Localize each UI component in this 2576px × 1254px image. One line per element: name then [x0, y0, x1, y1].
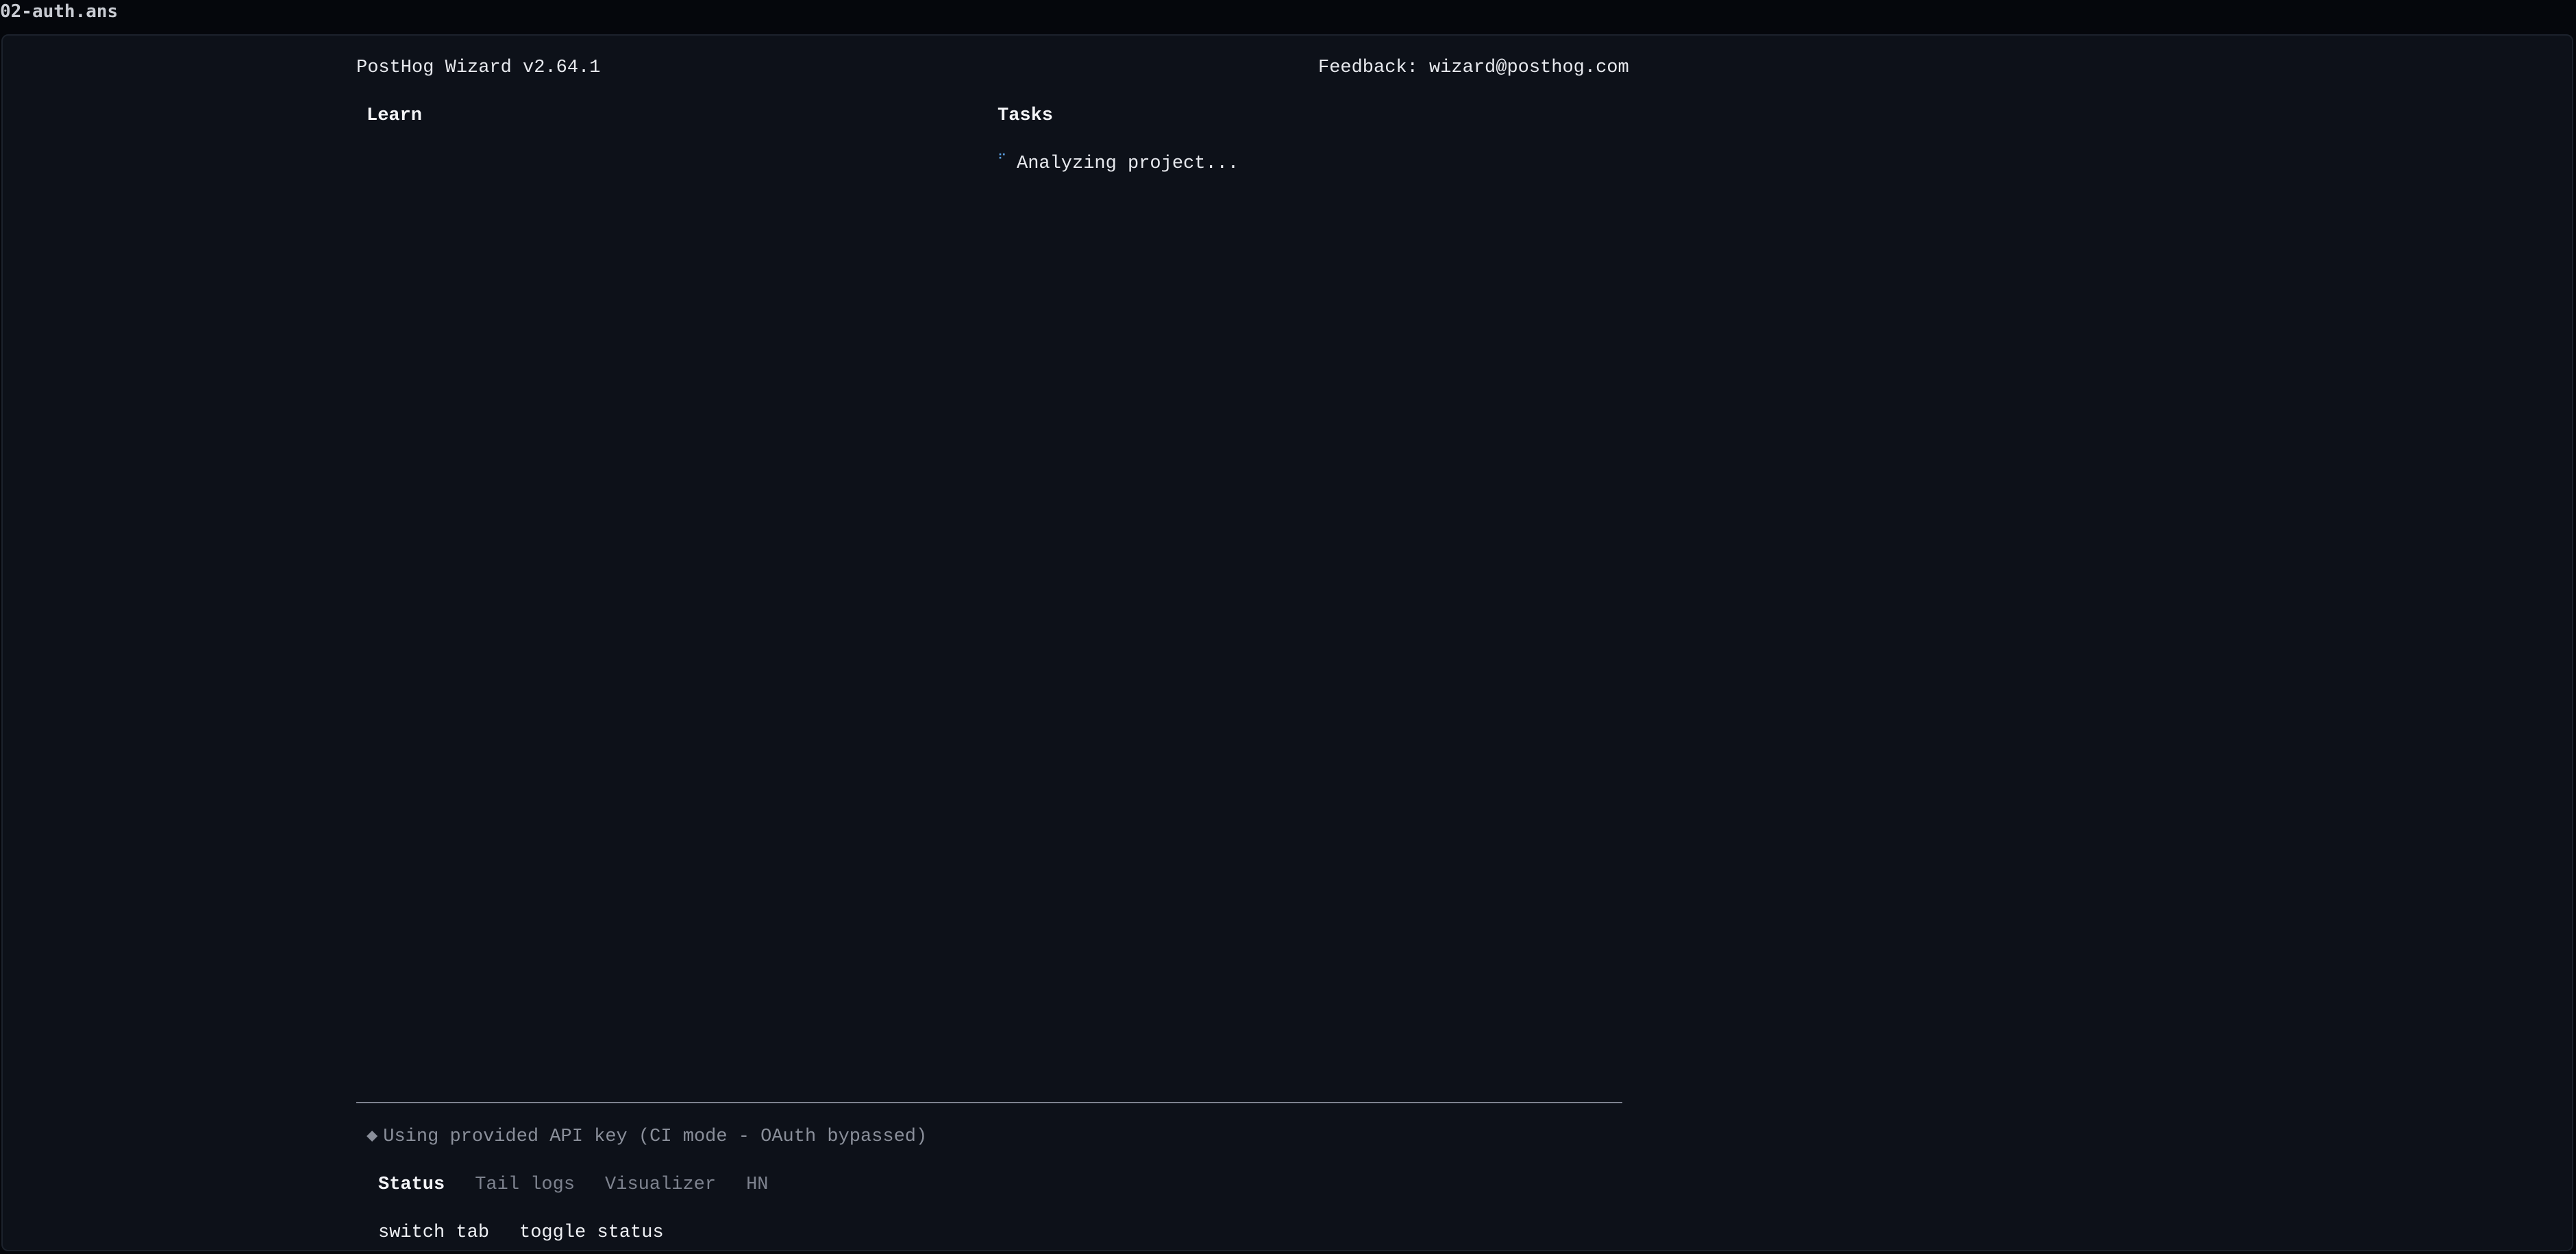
app-version-label: PostHog Wizard v2.64.1: [356, 58, 601, 78]
keyboard-hints: switch tab toggle status: [378, 1221, 694, 1244]
task-item-label: Analyzing project...: [1017, 153, 1239, 174]
tab-visualizer[interactable]: Visualizer: [605, 1175, 716, 1195]
spinner-icon: ⠋: [998, 153, 1007, 167]
terminal-window: PostHog Wizard v2.64.1 Feedback: wizard@…: [1, 34, 2573, 1251]
tasks-panel-title: Tasks: [998, 106, 1054, 126]
auth-status-message: Using provided API key (CI mode - OAuth …: [383, 1127, 928, 1147]
tab-hn[interactable]: HN: [746, 1175, 768, 1195]
feedback-label: Feedback: wizard@posthog.com: [1318, 58, 1629, 78]
auth-status-line: ◆ Using provided API key (CI mode - OAuth…: [367, 1125, 927, 1148]
hint-switch-tab: switch tab: [378, 1222, 490, 1243]
diamond-icon: ◆: [367, 1127, 378, 1147]
task-item: ⠋ Analyzing project...: [998, 152, 1239, 175]
tab-bar: Status Tail logs Visualizer HN: [378, 1173, 798, 1196]
tab-status[interactable]: Status: [378, 1175, 445, 1195]
tab-tail-logs[interactable]: Tail logs: [475, 1175, 575, 1195]
file-title: 02-auth.ans: [0, 1, 119, 22]
status-divider: [356, 1102, 1622, 1103]
hint-toggle-status: toggle status: [519, 1222, 664, 1243]
learn-panel-title: Learn: [367, 106, 423, 126]
